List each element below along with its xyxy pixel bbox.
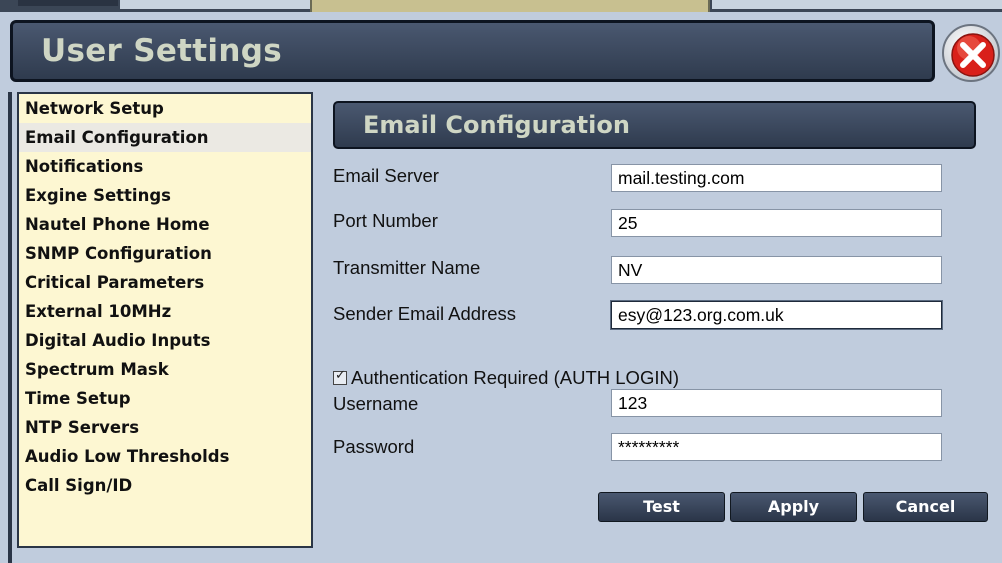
sidebar-item-digital-audio-inputs[interactable]: Digital Audio Inputs	[19, 326, 311, 355]
close-icon	[951, 33, 995, 77]
email-server-input[interactable]	[611, 164, 942, 192]
sidebar-item-time-setup[interactable]: Time Setup	[19, 384, 311, 413]
sidebar-item-exgine-settings[interactable]: Exgine Settings	[19, 181, 311, 210]
sidebar-item-snmp-configuration[interactable]: SNMP Configuration	[19, 239, 311, 268]
sidebar-item-call-sign-id[interactable]: Call Sign/ID	[19, 471, 311, 500]
user-settings-window: User Settings Network Setup Email Config…	[0, 12, 1002, 563]
transmitter-name-label: Transmitter Name	[333, 257, 481, 278]
auth-required-checkbox[interactable]	[333, 368, 347, 385]
transmitter-name-input[interactable]	[611, 256, 942, 284]
password-input[interactable]	[611, 433, 942, 461]
cancel-button[interactable]: Cancel	[863, 492, 988, 522]
email-server-label: Email Server	[333, 165, 439, 186]
top-strip-segment	[120, 0, 310, 9]
panel-title: Email Configuration	[363, 111, 630, 139]
sidebar-item-external-10mhz[interactable]: External 10MHz	[19, 297, 311, 326]
panel-header: Email Configuration	[333, 101, 976, 149]
window-titlebar: User Settings	[10, 20, 935, 82]
window-title: User Settings	[41, 33, 282, 69]
test-button[interactable]: Test	[598, 492, 725, 522]
sidebar-item-critical-parameters[interactable]: Critical Parameters	[19, 268, 311, 297]
password-label: Password	[333, 436, 415, 457]
apply-button[interactable]: Apply	[730, 492, 857, 522]
top-strip-segment	[712, 0, 1002, 9]
sender-email-input[interactable]	[611, 301, 942, 329]
sidebar-item-audio-low-thresholds[interactable]: Audio Low Thresholds	[19, 442, 311, 471]
port-number-label: Port Number	[333, 210, 438, 231]
settings-sidebar: Network Setup Email Configuration Notifi…	[17, 92, 313, 548]
sidebar-item-spectrum-mask[interactable]: Spectrum Mask	[19, 355, 311, 384]
auth-required-label: Authentication Required (AUTH LOGIN)	[351, 367, 679, 388]
sidebar-frame	[8, 92, 12, 563]
sidebar-item-ntp-servers[interactable]: NTP Servers	[19, 413, 311, 442]
port-number-input[interactable]	[611, 209, 942, 237]
sidebar-item-nautel-phone-home[interactable]: Nautel Phone Home	[19, 210, 311, 239]
sidebar-item-network-setup[interactable]: Network Setup	[19, 94, 311, 123]
sidebar-item-notifications[interactable]: Notifications	[19, 152, 311, 181]
sidebar-item-email-configuration[interactable]: Email Configuration	[19, 123, 311, 152]
username-label: Username	[333, 393, 419, 414]
close-button[interactable]	[942, 24, 1000, 82]
username-input[interactable]	[611, 389, 942, 417]
sender-email-label: Sender Email Address	[333, 303, 517, 324]
top-strip-segment	[18, 0, 118, 6]
auth-required-row[interactable]: Authentication Required (AUTH LOGIN)	[333, 367, 679, 389]
